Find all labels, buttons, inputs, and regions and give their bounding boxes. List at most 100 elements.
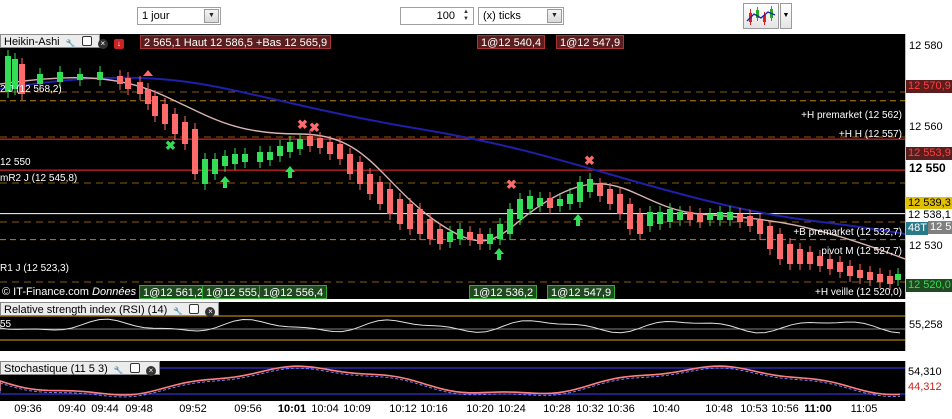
period-select[interactable]: 1 jour ▼ — [137, 7, 221, 25]
candle-body — [577, 182, 583, 202]
ticks-unit-select[interactable]: (x) ticks ▼ — [478, 7, 564, 25]
candle-body — [877, 274, 883, 282]
level-label: 12 550 — [0, 157, 31, 168]
time-axis-label: 10:16 — [420, 403, 448, 415]
chart-type-button[interactable] — [743, 3, 779, 29]
candle-body — [347, 154, 353, 174]
candle-body — [57, 72, 63, 82]
candle-body — [307, 136, 313, 146]
candle-body — [242, 154, 248, 162]
period-select-value: 1 jour — [142, 10, 170, 22]
ticks-unit-value: (x) ticks — [483, 10, 521, 22]
stochastic-value-bottom: 44,312 — [906, 381, 952, 394]
level-label: +H veille (12 520,0) — [815, 287, 902, 298]
rsi-value: 55,258 — [909, 319, 943, 331]
candle-body — [212, 159, 218, 174]
header-info-tag: 2 565,1 Haut 12 586,5 +Bas 12 565,9 — [140, 35, 332, 49]
candle-body — [387, 189, 393, 214]
ticks-count-input[interactable]: 100 ▲ ▼ — [400, 7, 474, 25]
candle-body — [617, 194, 623, 214]
rsi-line — [0, 318, 901, 334]
stochastic-panel-header: Stochastique (11 5 3) 🔧 × — [0, 361, 160, 376]
candle-body — [337, 144, 343, 159]
candle-body — [677, 212, 683, 220]
time-axis-label: 10:12 — [389, 403, 417, 415]
up-arrow-icon — [285, 166, 295, 178]
candle-body — [97, 72, 103, 80]
candle-body — [837, 262, 843, 272]
price-panel-title: Heikin-Ashi — [4, 36, 60, 48]
candle-body — [647, 212, 653, 226]
candle-body — [817, 256, 823, 266]
candle-body — [827, 259, 833, 269]
rsi-panel[interactable]: Relative strength index (RSI) (14) 🔧 × 5… — [0, 302, 905, 351]
candle-body — [257, 152, 263, 162]
candle-body — [887, 276, 893, 284]
candle-body — [777, 234, 783, 259]
level-label: +H H (12 557) — [838, 129, 902, 140]
candle-body — [192, 129, 198, 174]
close-icon[interactable]: × — [97, 39, 108, 49]
candle-body — [627, 204, 633, 229]
rsi-axis: 55,258 — [905, 302, 952, 351]
down-arrow-icon — [143, 70, 153, 76]
chevron-down-icon[interactable]: ▼ — [547, 9, 562, 23]
candle-body — [747, 216, 753, 226]
maximize-icon[interactable] — [189, 304, 200, 314]
candle-body — [717, 212, 723, 220]
time-axis-label: 09:40 — [58, 403, 86, 415]
axis-tick-label: 12 580 — [909, 40, 943, 52]
candle-body — [117, 76, 123, 84]
close-icon[interactable]: × — [205, 307, 216, 317]
level-label: mR2 J (12 545,8) — [0, 173, 78, 184]
time-axis-label: 10:04 — [311, 403, 339, 415]
price-panel-header: Heikin-Ashi 🔧 × ↓ — [0, 34, 124, 49]
spinner-icon[interactable]: ▲ ▼ — [460, 9, 472, 23]
stochastic-panel[interactable]: Stochastique (11 5 3) 🔧 × — [0, 361, 905, 401]
candle-body — [37, 74, 43, 84]
candle-body — [547, 198, 553, 208]
sell-marker-icon: ✖ — [506, 177, 517, 192]
axis-tick-label: 12 530 — [909, 240, 943, 252]
maximize-icon[interactable] — [81, 36, 92, 46]
candle-body — [145, 89, 151, 104]
trade-tag: 1@12 536,2 — [469, 285, 538, 299]
axis-last-price: 12 550 — [909, 161, 946, 175]
arrow-down-icon[interactable]: ↓ — [113, 39, 124, 49]
candle-body — [787, 244, 793, 264]
close-icon[interactable]: × — [145, 366, 156, 376]
wrench-icon[interactable]: 🔧 — [66, 39, 76, 49]
toolbar: 1 jour ▼ 100 ▲ ▼ (x) ticks ▼ ▼ — [0, 0, 952, 34]
trade-tag: 1@12 556,4 — [259, 285, 328, 299]
candle-body — [317, 138, 323, 148]
candle-body — [357, 162, 363, 184]
price-chart-panel[interactable]: ✖ ✖ ✖ ✖ ✖ Heikin-Ashi 🔧 × ↓ 2 565,1 Haut 12 … — [0, 34, 905, 299]
candle-body — [172, 114, 178, 134]
candle-body — [182, 122, 188, 144]
time-axis[interactable]: 09:36 09:40 09:44 09:48 09:52 09:56 10:01 10:04… — [0, 401, 905, 419]
trade-tag: 1@12 547,9 — [547, 285, 616, 299]
level-label: +H premarket (12 562) — [801, 110, 902, 121]
candle-body — [417, 209, 423, 234]
wrench-icon[interactable]: 🔧 — [114, 366, 124, 376]
maximize-icon[interactable] — [129, 363, 140, 373]
axis-price-box: 12 537,2 — [928, 221, 952, 234]
wrench-icon[interactable]: 🔧 — [173, 307, 183, 317]
time-axis-label: 10:36 — [607, 403, 635, 415]
candle-body — [77, 74, 83, 80]
trade-tag: 1@12 561,2 — [139, 285, 208, 299]
chevron-down-icon[interactable]: ▼ — [204, 9, 219, 23]
price-axis[interactable]: 12 580 12 570,9 12 560 12 553,9 12 550 1… — [905, 34, 952, 299]
candle-body — [797, 249, 803, 264]
up-arrow-icon — [220, 176, 230, 188]
candle-body — [407, 204, 413, 229]
candle-body — [287, 142, 293, 152]
time-axis-label: 10:48 — [705, 403, 733, 415]
candle-body — [467, 232, 473, 240]
rsi-panel-header: Relative strength index (RSI) (14) 🔧 × — [0, 302, 220, 317]
candle-body — [597, 184, 603, 196]
candle-body — [757, 220, 763, 234]
price-chart[interactable]: ✖ ✖✖✖✖ — [0, 34, 905, 299]
candle-body — [537, 198, 543, 206]
chart-type-dropdown[interactable]: ▼ — [780, 3, 792, 29]
